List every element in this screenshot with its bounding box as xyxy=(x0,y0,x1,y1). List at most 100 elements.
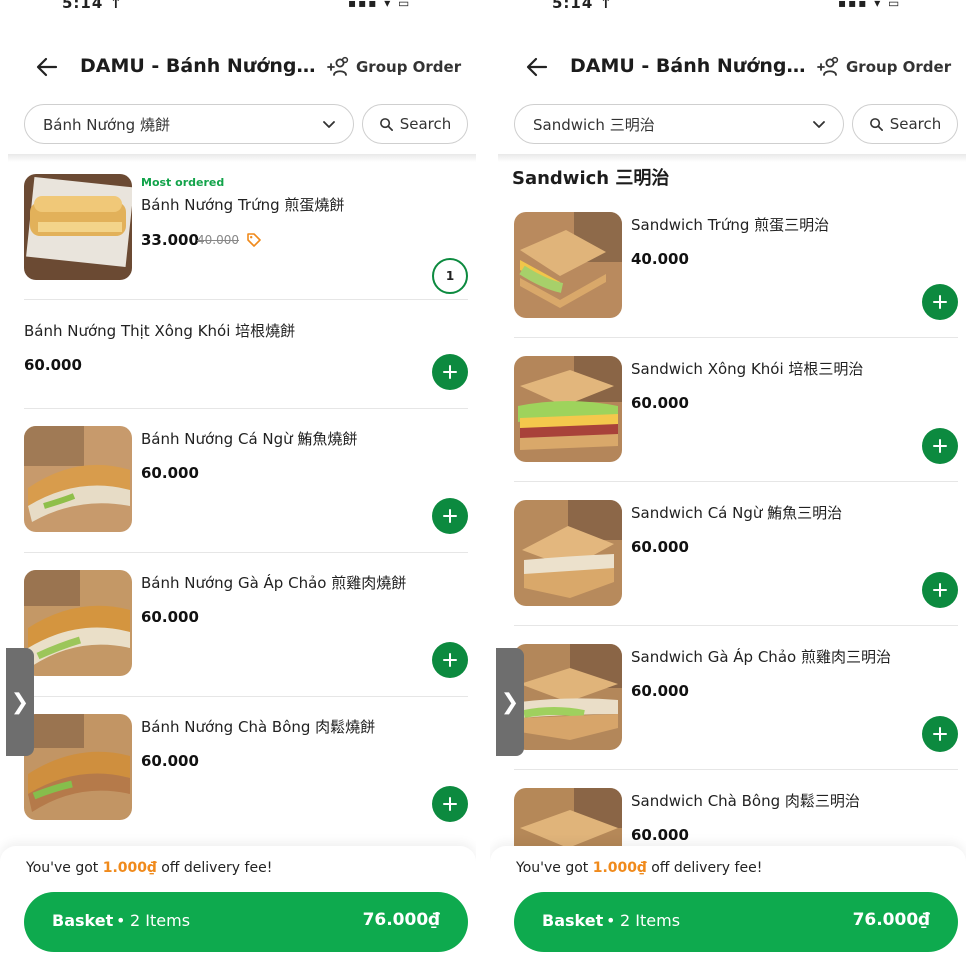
group-add-icon xyxy=(327,56,349,76)
menu-item[interactable]: Bánh Nướng Thịt Xông Khói 培根燒餅 60.000 xyxy=(24,318,468,428)
basket-count: 2 Items xyxy=(620,911,681,930)
quantity-badge[interactable]: 1 xyxy=(432,258,468,294)
basket-separator: • xyxy=(116,911,126,930)
back-arrow-icon[interactable] xyxy=(524,54,552,82)
side-tab-chevron[interactable]: ❯ xyxy=(496,648,524,756)
add-item-button[interactable] xyxy=(922,572,958,608)
menu-item[interactable]: Sandwich Trứng 煎蛋三明治 40.000 xyxy=(514,212,958,336)
screen-sandwich: 5:14 ↑ ▪▪▪ ▾ ▭ DAMU - Bánh Nướng... Grou… xyxy=(490,0,966,980)
side-tab-chevron[interactable]: ❯ xyxy=(6,648,34,756)
item-name: Bánh Nướng Thịt Xông Khói 培根燒餅 xyxy=(24,322,296,340)
item-photo xyxy=(514,500,622,606)
add-item-button[interactable] xyxy=(922,284,958,320)
status-time: 5:14 ↑ xyxy=(62,0,124,12)
item-price: 33.000 xyxy=(141,231,199,249)
item-name: Sandwich Cá Ngừ 鮪魚三明治 xyxy=(631,504,843,522)
divider xyxy=(24,299,468,300)
divider xyxy=(514,337,958,338)
group-order-button[interactable]: Group Order xyxy=(816,54,951,80)
item-name: Sandwich Trứng 煎蛋三明治 xyxy=(631,216,830,234)
store-title: DAMU - Bánh Nướng... xyxy=(80,55,316,77)
menu-item[interactable]: Most ordered Bánh Nướng Trứng 煎蛋燒餅 33.00… xyxy=(24,174,468,298)
divider xyxy=(24,408,468,409)
discount-tag-icon xyxy=(247,233,261,247)
menu-item[interactable]: Sandwich Gà Áp Chảo 煎雞肉三明治 60.000 xyxy=(514,644,958,768)
item-photo xyxy=(24,714,132,820)
screenshot-stage: 5:14 ↑ ▪▪▪ ▾ ▭ DAMU - Bánh Nướng... Grou… xyxy=(0,0,980,980)
divider xyxy=(514,481,958,482)
basket-total: 76.000₫ xyxy=(362,910,440,930)
filter-row: Sandwich 三明治 Search xyxy=(490,104,966,146)
status-bar: 5:14 ↑ ▪▪▪ ▾ ▭ xyxy=(0,0,476,18)
promo-prefix: You've got xyxy=(516,860,593,876)
group-order-label: Group Order xyxy=(356,58,462,76)
chevron-down-icon xyxy=(813,121,825,128)
add-item-button[interactable] xyxy=(432,642,468,678)
plus-icon xyxy=(933,583,947,597)
item-photo xyxy=(24,570,132,676)
add-item-button[interactable] xyxy=(432,498,468,534)
bottom-sheet: You've got 1.000₫ off delivery fee! Bask… xyxy=(490,846,966,980)
category-select[interactable]: Sandwich 三明治 xyxy=(514,104,844,144)
promo-amount: 1.000₫ xyxy=(592,860,647,876)
menu-list: Most ordered Bánh Nướng Trứng 煎蛋燒餅 33.00… xyxy=(0,162,476,852)
basket-button[interactable]: Basket • 2 Items 76.000₫ xyxy=(514,892,958,952)
menu-item[interactable]: Sandwich Cá Ngừ 鮪魚三明治 60.000 xyxy=(514,500,958,624)
plus-icon xyxy=(933,295,947,309)
basket-count: 2 Items xyxy=(130,911,191,930)
add-item-button[interactable] xyxy=(922,716,958,752)
item-price: 60.000 xyxy=(631,538,689,556)
basket-label: Basket xyxy=(52,911,114,930)
back-arrow-icon[interactable] xyxy=(34,54,62,82)
search-button[interactable]: Search xyxy=(362,104,468,144)
item-photo xyxy=(24,174,132,280)
top-bar: DAMU - Bánh Nướng... Group Order xyxy=(490,48,966,88)
search-button[interactable]: Search xyxy=(852,104,958,144)
item-photo xyxy=(514,356,622,462)
screen-banh-nuong: 5:14 ↑ ▪▪▪ ▾ ▭ DAMU - Bánh Nướng... Grou… xyxy=(0,0,476,980)
top-bar: DAMU - Bánh Nướng... Group Order xyxy=(0,48,476,88)
search-icon xyxy=(379,117,393,131)
add-item-button[interactable] xyxy=(922,428,958,464)
menu-item[interactable]: Bánh Nướng Cá Ngừ 鮪魚燒餅 60.000 xyxy=(24,426,468,552)
section-title: Sandwich 三明治 xyxy=(512,168,670,189)
menu-item[interactable]: Bánh Nướng Chà Bông 肉鬆燒餅 60.000 xyxy=(24,714,468,840)
search-label: Search xyxy=(399,115,452,133)
promo-suffix: off delivery fee! xyxy=(156,860,273,876)
group-order-button[interactable]: Group Order xyxy=(326,54,461,80)
item-price: 60.000 xyxy=(631,682,689,700)
basket-button[interactable]: Basket • 2 Items 76.000₫ xyxy=(24,892,468,952)
search-icon xyxy=(869,117,883,131)
group-order-label: Group Order xyxy=(846,58,952,76)
plus-icon xyxy=(443,509,457,523)
menu-list: Sandwich 三明治 Sandwich Trứng 煎蛋三明治 40.000… xyxy=(490,162,966,852)
divider xyxy=(514,769,958,770)
category-select[interactable]: Bánh Nướng 燒餅 xyxy=(24,104,354,144)
status-icons: ▪▪▪ ▾ ▭ xyxy=(348,0,412,10)
promo-prefix: You've got xyxy=(26,860,103,876)
filter-row: Bánh Nướng 燒餅 Search xyxy=(0,104,476,146)
add-item-button[interactable] xyxy=(432,786,468,822)
menu-item[interactable]: Bánh Nướng Gà Áp Chảo 煎雞肉燒餅 60.000 xyxy=(24,570,468,696)
group-add-icon xyxy=(817,56,839,76)
category-select-value: Sandwich 三明治 xyxy=(533,115,655,134)
header-shadow xyxy=(498,154,966,162)
item-price: 40.000 xyxy=(631,250,689,268)
item-price: 60.000 xyxy=(141,464,199,482)
search-label: Search xyxy=(889,115,942,133)
category-select-value: Bánh Nướng 燒餅 xyxy=(43,115,170,134)
plus-icon xyxy=(443,365,457,379)
most-ordered-badge: Most ordered xyxy=(141,176,225,189)
item-price: 60.000 xyxy=(631,394,689,412)
item-name: Sandwich Chà Bông 肉鬆三明治 xyxy=(631,792,860,810)
item-photo xyxy=(514,212,622,318)
item-price: 60.000 xyxy=(141,752,199,770)
add-item-button[interactable] xyxy=(432,354,468,390)
basket-label: Basket xyxy=(542,911,604,930)
basket-total: 76.000₫ xyxy=(852,910,930,930)
menu-item[interactable]: Sandwich Chà Bông 肉鬆三明治 60.000 xyxy=(514,788,958,852)
plus-icon xyxy=(933,727,947,741)
item-price: 60.000 xyxy=(24,356,82,374)
bottom-sheet: You've got 1.000₫ off delivery fee! Bask… xyxy=(0,846,476,980)
menu-item[interactable]: Sandwich Xông Khói 培根三明治 60.000 xyxy=(514,356,958,480)
